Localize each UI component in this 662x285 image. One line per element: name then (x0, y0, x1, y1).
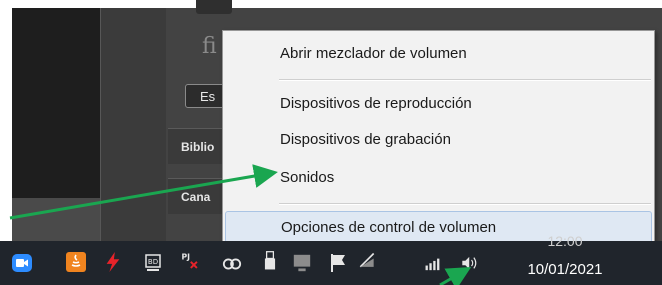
app-dark-panel (12, 8, 100, 198)
link-icon[interactable] (222, 253, 242, 275)
zoom-icon[interactable] (12, 254, 32, 272)
app-top-strip (0, 0, 662, 8)
taskbar-clock[interactable]: 12:00 10/01/2021 (515, 233, 615, 285)
app-nav-item-library[interactable]: Biblio (168, 128, 228, 164)
menu-item-open-volume-mixer[interactable]: Abrir mezclador de volumen (225, 39, 652, 69)
java-icon[interactable] (66, 252, 86, 272)
app-logo: fi (202, 34, 217, 59)
clock-date: 10/01/2021 (527, 261, 603, 278)
menu-separator (279, 79, 651, 81)
clock-time: 12:00 (547, 233, 583, 249)
svg-text:PJ: PJ (182, 252, 191, 261)
crossed-network-icon[interactable]: PJ (180, 250, 200, 272)
app-left-strip (0, 0, 12, 241)
menu-item-sounds[interactable]: Sonidos (225, 163, 652, 193)
menu-item-playback-devices[interactable]: Dispositivos de reproducción (225, 89, 652, 119)
speaker-icon[interactable] (460, 252, 480, 274)
app-nav-item-channels[interactable]: Cana (168, 178, 228, 214)
usb-icon[interactable] (260, 250, 280, 272)
flag-icon[interactable] (329, 252, 349, 274)
monitor-icon[interactable] (292, 252, 312, 274)
signal-bars-icon[interactable] (424, 253, 444, 275)
chip-icon[interactable]: BD (143, 252, 163, 274)
app-top-tab[interactable] (196, 0, 232, 14)
volume-context-menu: Abrir mezclador de volumen Dispositivos … (222, 30, 655, 249)
wifi-off-icon[interactable] (357, 250, 377, 272)
lightning-icon[interactable] (103, 251, 123, 273)
menu-item-recording-devices[interactable]: Dispositivos de grabación (225, 125, 652, 155)
app-middle-column (100, 8, 167, 241)
svg-text:BD: BD (148, 258, 158, 266)
menu-separator (279, 203, 651, 205)
